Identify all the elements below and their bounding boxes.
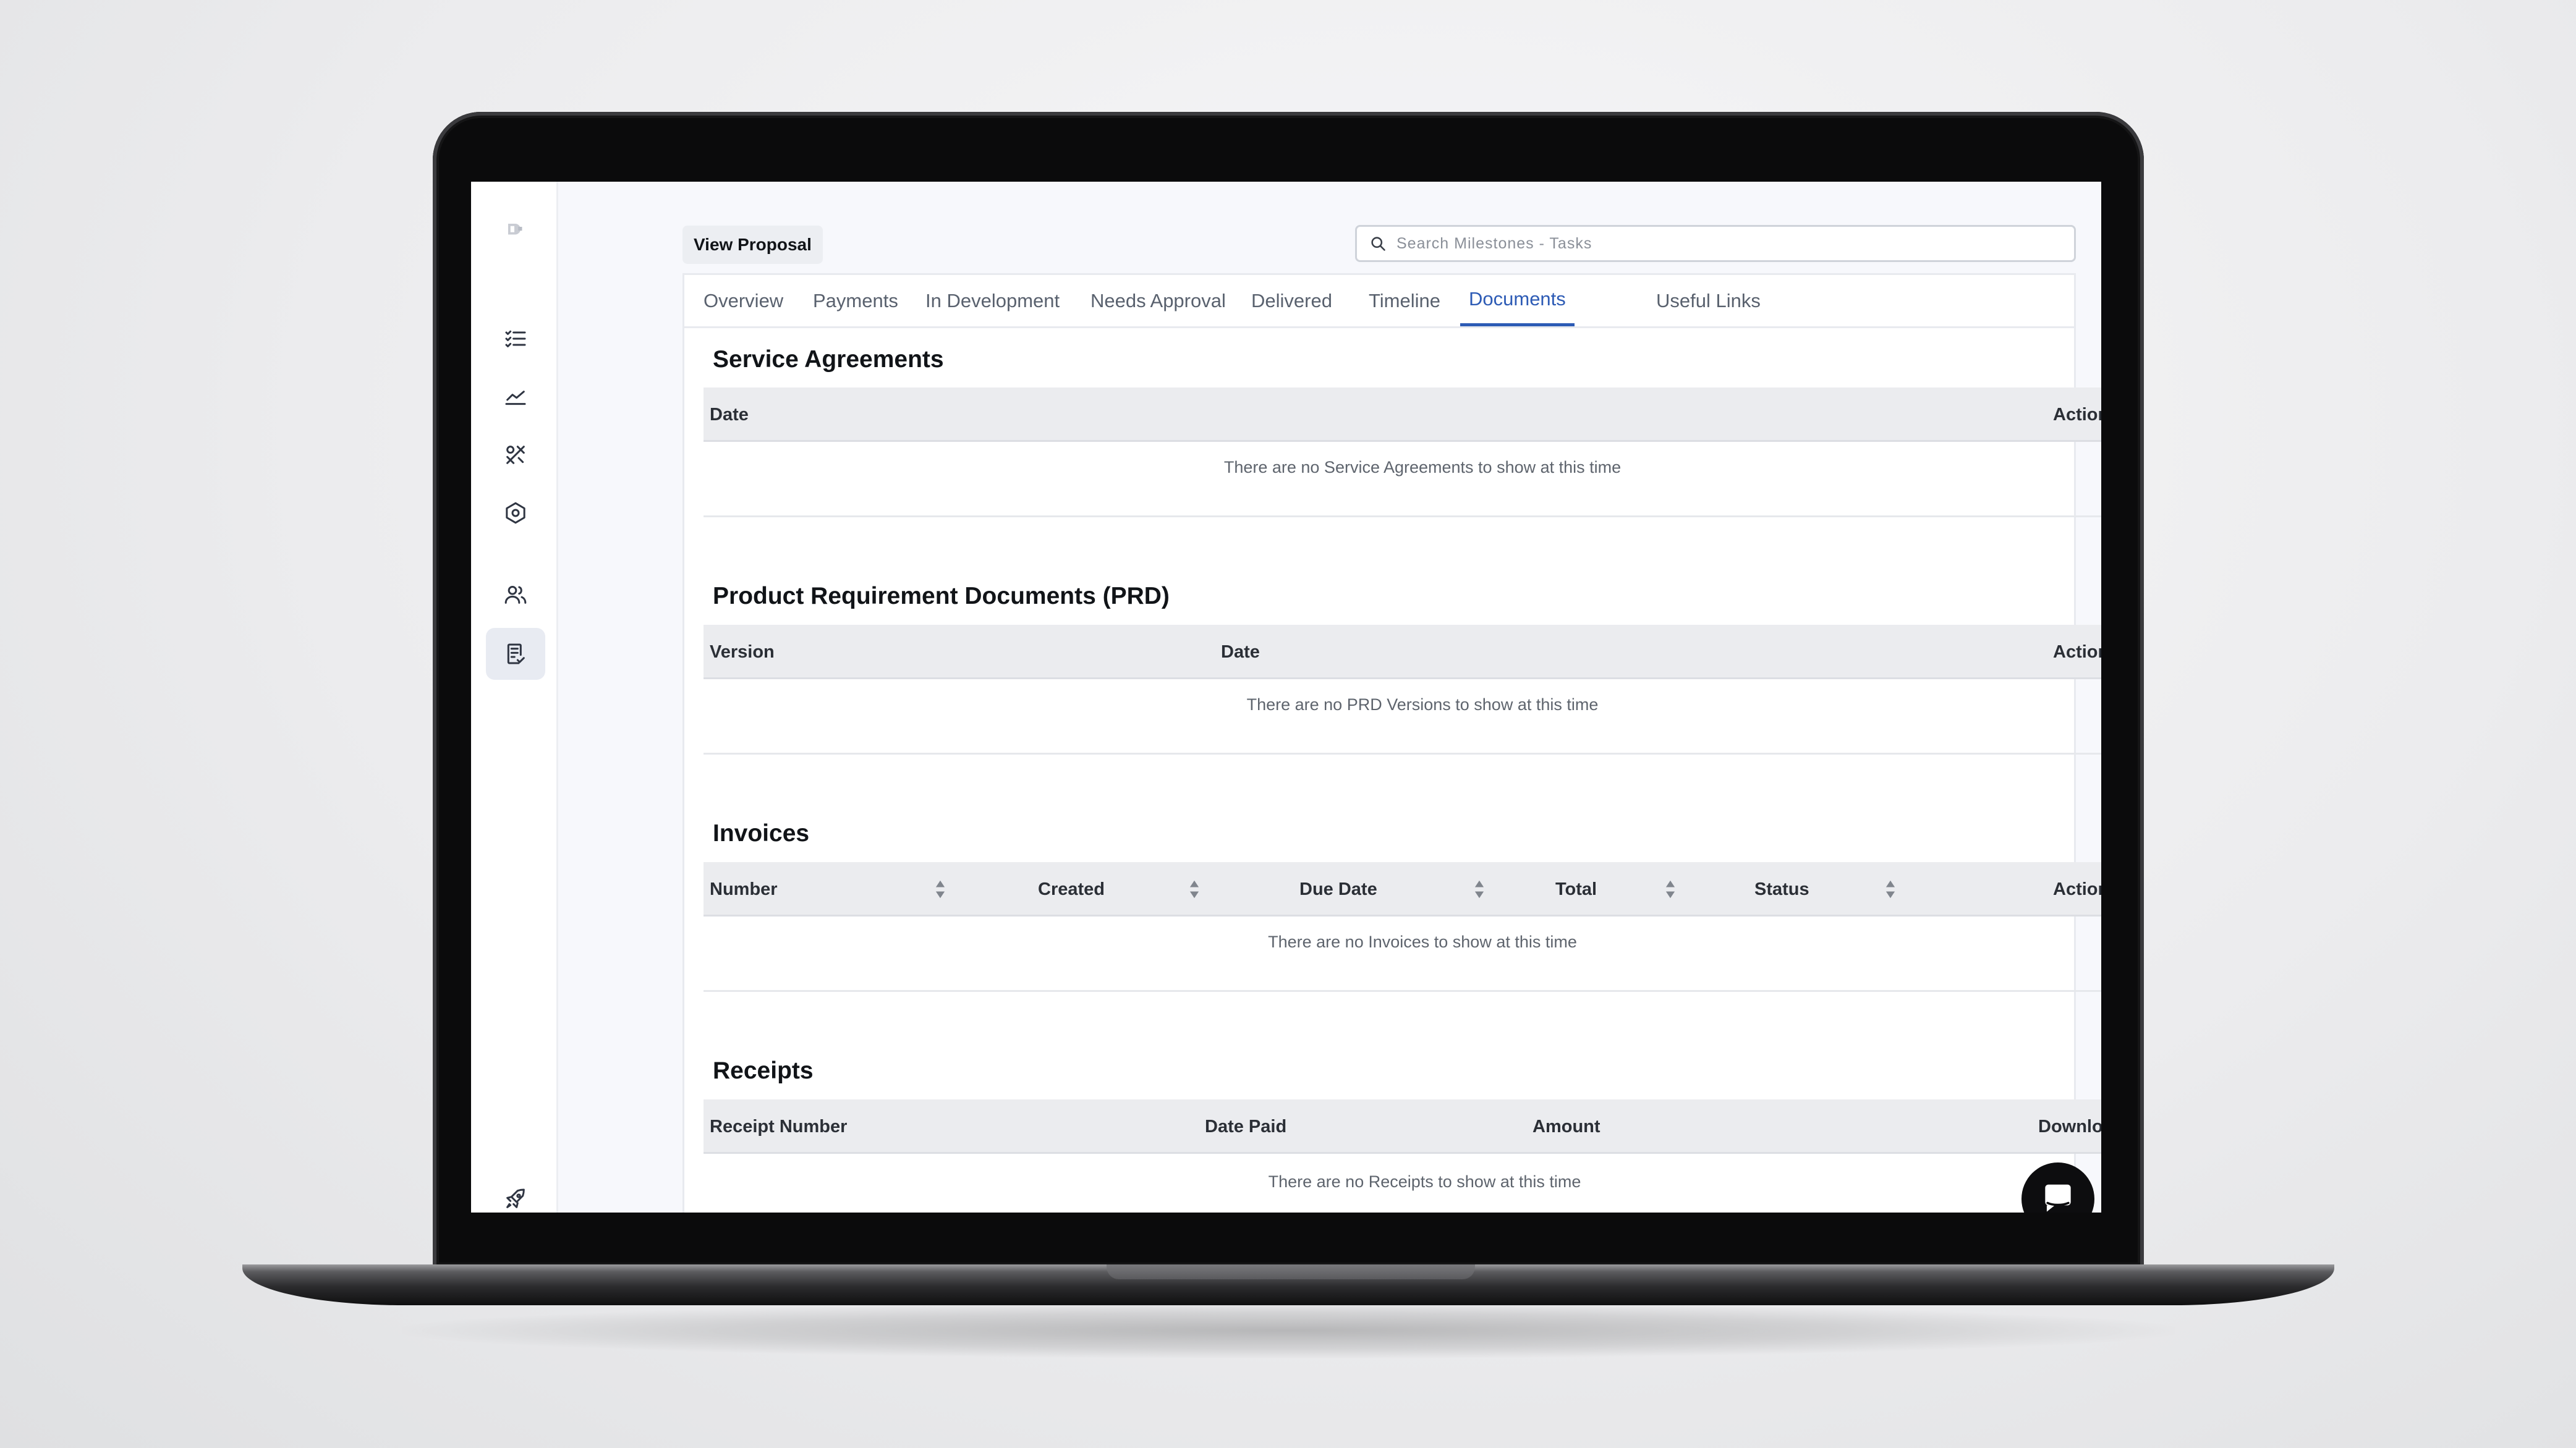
column-date: Date <box>710 404 749 425</box>
logo-icon[interactable] <box>503 219 525 241</box>
app-screen: View Proposal Overview Payments In Devel… <box>471 182 2101 1213</box>
prd-table-header: Version Date Action <box>704 625 2101 679</box>
design-tools-icon[interactable] <box>486 429 545 481</box>
search-box[interactable] <box>1355 225 2076 262</box>
column-created: Created <box>1038 879 1105 899</box>
laptop-shadow <box>402 1303 2175 1358</box>
rocket-icon[interactable] <box>486 1173 545 1213</box>
column-date-paid: Date Paid <box>1205 1116 1287 1137</box>
column-action: Action <box>2053 879 2101 899</box>
search-icon <box>1371 237 1385 251</box>
documents-icon[interactable] <box>486 628 545 680</box>
documents-card: Overview Payments In Development Needs A… <box>682 273 2101 1213</box>
analytics-icon[interactable] <box>486 371 545 423</box>
tab-payments[interactable]: Payments <box>813 275 898 326</box>
column-receipt-number: Receipt Number <box>710 1116 848 1137</box>
sort-icon[interactable] <box>1665 879 1676 899</box>
column-status: Status <box>1754 879 1809 899</box>
service-agreements-empty: There are no Service Agreements to show … <box>704 442 2101 517</box>
sort-icon[interactable] <box>1474 879 1485 899</box>
receipts-empty: There are no Receipts to show at this ti… <box>704 1154 2101 1213</box>
sort-icon[interactable] <box>1885 879 1896 899</box>
tab-documents[interactable]: Documents <box>1460 275 1575 326</box>
tab-timeline[interactable]: Timeline <box>1369 275 1440 326</box>
column-total: Total <box>1555 879 1597 899</box>
service-agreements-table-header: Date Action <box>704 387 2101 442</box>
column-action: Action <box>2053 404 2101 425</box>
tab-useful-links[interactable]: Useful Links <box>1656 275 1761 326</box>
tab-needs-approval[interactable]: Needs Approval <box>1090 275 1226 326</box>
tab-bar: Overview Payments In Development Needs A… <box>684 275 2074 328</box>
sort-icon[interactable] <box>1189 879 1200 899</box>
task-list-icon[interactable] <box>486 313 545 365</box>
column-number: Number <box>710 879 778 899</box>
tab-overview[interactable]: Overview <box>704 275 783 326</box>
chat-icon <box>2045 1184 2071 1212</box>
invoices-empty: There are no Invoices to show at this ti… <box>704 917 2101 992</box>
column-download: Download <box>2038 1116 2101 1137</box>
column-due-date: Due Date <box>1299 879 1377 899</box>
view-proposal-button[interactable]: View Proposal <box>682 226 823 264</box>
main-content: View Proposal Overview Payments In Devel… <box>558 182 2101 1213</box>
tab-in-development[interactable]: In Development <box>925 275 1060 326</box>
laptop-notch <box>1107 1264 1475 1279</box>
users-icon[interactable] <box>486 569 545 620</box>
search-input[interactable] <box>1395 234 2053 253</box>
receipts-table-header: Receipt Number Date Paid Amount Download <box>704 1099 2101 1154</box>
column-date: Date <box>1221 641 1260 662</box>
invoices-table-header: Number Created Due Date Total Status Act… <box>704 862 2101 917</box>
prd-title: Product Requirement Documents (PRD) <box>713 583 1170 609</box>
column-action: Action <box>2053 641 2101 662</box>
column-amount: Amount <box>1532 1116 1600 1137</box>
sort-icon[interactable] <box>935 879 946 899</box>
invoices-title: Invoices <box>713 820 810 847</box>
settings-hex-icon[interactable] <box>486 487 545 539</box>
service-agreements-title: Service Agreements <box>713 346 944 373</box>
column-version: Version <box>710 641 775 662</box>
tab-delivered[interactable]: Delivered <box>1251 275 1332 326</box>
prd-empty: There are no PRD Versions to show at thi… <box>704 679 2101 755</box>
sidebar <box>471 182 558 1213</box>
receipts-title: Receipts <box>713 1057 814 1084</box>
